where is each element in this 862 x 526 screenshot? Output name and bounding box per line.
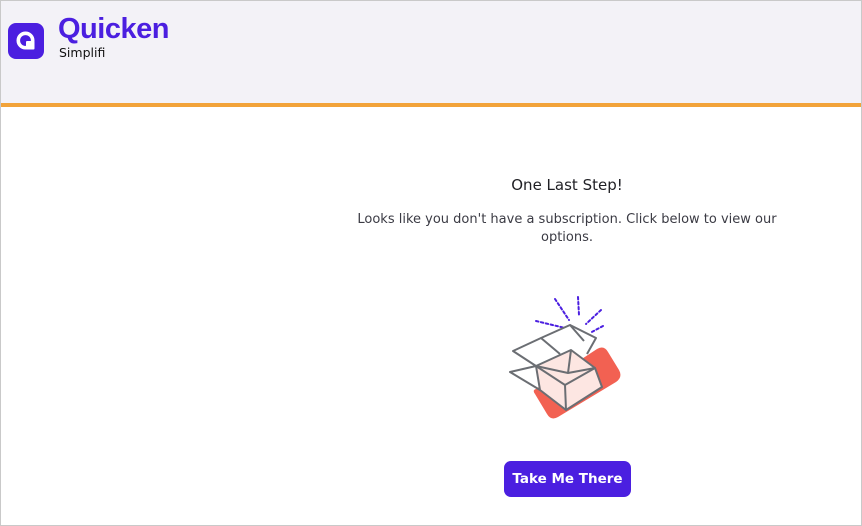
app-window: Quicken Simplifi One Last Step! Looks li…: [0, 0, 862, 526]
header: Quicken Simplifi: [1, 1, 861, 107]
take-me-there-button[interactable]: Take Me There: [504, 461, 631, 497]
quicken-q-icon[interactable]: [8, 23, 44, 59]
page-title: One Last Step!: [511, 176, 623, 194]
subscription-message: Looks like you don't have a subscription…: [357, 212, 777, 245]
brand-name[interactable]: Quicken: [58, 12, 169, 46]
open-box-icon: [496, 293, 636, 427]
main-content: One Last Step! Looks like you don't have…: [341, 107, 793, 525]
brand-subtitle: Simplifi: [59, 45, 106, 60]
